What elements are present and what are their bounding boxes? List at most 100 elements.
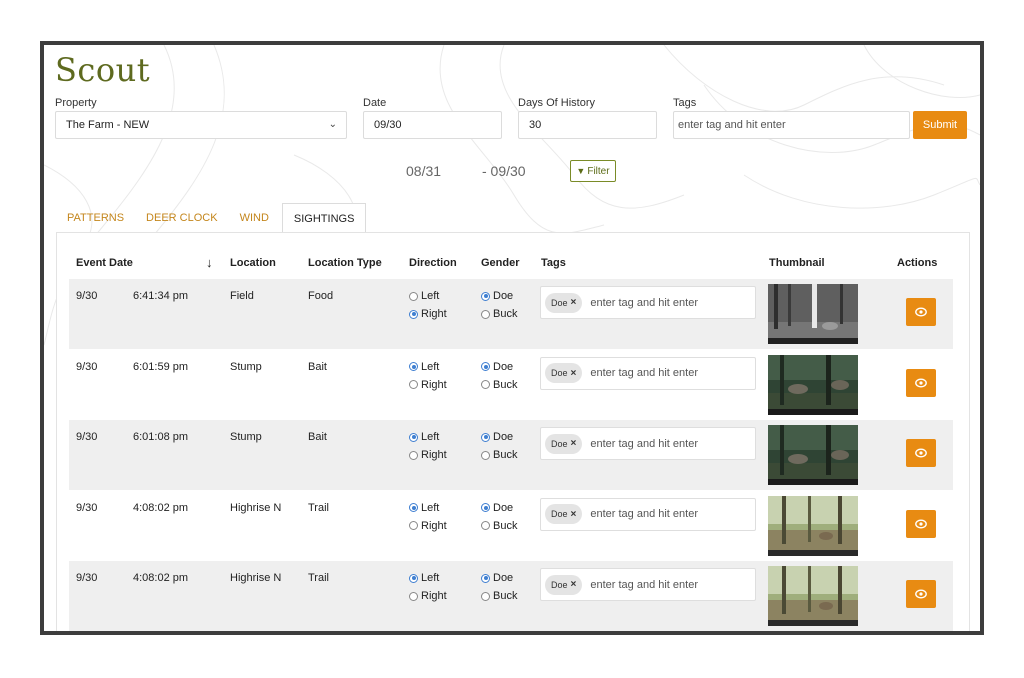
radio-button[interactable]	[481, 432, 490, 442]
radio-button[interactable]	[409, 503, 418, 512]
event-date: 9/30	[76, 360, 98, 373]
radio-button[interactable]	[481, 380, 490, 389]
radio-button[interactable]	[409, 380, 418, 389]
view-button[interactable]	[906, 368, 936, 397]
radio-button[interactable]	[409, 362, 418, 371]
view-button[interactable]	[906, 439, 936, 467]
funnel-icon: ▼	[576, 166, 586, 176]
close-icon[interactable]: ×	[571, 579, 577, 590]
radio-button[interactable]	[481, 291, 490, 301]
radio-button[interactable]	[409, 450, 418, 460]
radio-button[interactable]	[409, 573, 418, 583]
gender-option-buck[interactable]: Buck	[481, 305, 517, 323]
radio-button[interactable]	[409, 591, 418, 601]
app-title: Scout	[55, 51, 151, 89]
radio-button[interactable]	[409, 521, 418, 530]
tags-input[interactable]: enter tag and hit enter	[673, 111, 910, 139]
range-start: 08/31	[406, 163, 442, 179]
direction-option-left[interactable]: Left	[409, 287, 447, 305]
close-icon[interactable]: ×	[571, 509, 577, 520]
direction-option-right[interactable]: Right	[409, 446, 447, 464]
direction-option-right[interactable]: Right	[409, 517, 447, 535]
tag-input[interactable]: Doe × enter tag and hit enter	[540, 286, 756, 319]
gender-option-doe[interactable]: Doe	[481, 287, 517, 305]
thumbnail-image[interactable]	[768, 425, 858, 485]
direction-option-left[interactable]: Left	[409, 499, 447, 517]
direction-option-label: Right	[421, 449, 447, 461]
location-type: Bait	[308, 431, 327, 443]
gender-option-buck[interactable]: Buck	[481, 587, 517, 605]
radio-button[interactable]	[409, 432, 418, 442]
location-type: Trail	[308, 501, 329, 514]
tag-input[interactable]: Doe × enter tag and hit enter	[540, 427, 756, 460]
close-icon[interactable]: ×	[571, 297, 577, 308]
column-header-location-type[interactable]: Location Type	[308, 257, 382, 269]
tag-input[interactable]: Doe × enter tag and hit enter	[540, 497, 756, 531]
thumbnail-image[interactable]	[768, 495, 858, 556]
gender-option-buck[interactable]: Buck	[481, 446, 517, 464]
radio-button[interactable]	[481, 503, 490, 512]
thumbnail-image[interactable]	[768, 354, 858, 415]
gender-option-doe[interactable]: Doe	[481, 569, 517, 587]
chevron-down-icon: ⌄	[328, 119, 337, 130]
direction-radio-group: Left Right	[409, 569, 447, 605]
gender-option-buck[interactable]: Buck	[481, 517, 517, 535]
tab-sightings[interactable]: SIGHTINGS	[281, 203, 367, 233]
arrow-down-icon[interactable]: ↓	[206, 255, 213, 270]
event-date: 9/30	[76, 431, 98, 443]
gender-option-doe[interactable]: Doe	[481, 499, 517, 517]
view-button[interactable]	[906, 509, 936, 538]
direction-option-right[interactable]: Right	[409, 376, 447, 394]
tag-chip: Doe ×	[545, 363, 583, 383]
direction-option-left[interactable]: Left	[409, 358, 447, 376]
radio-button[interactable]	[481, 591, 490, 601]
direction-option-left[interactable]: Left	[409, 569, 447, 587]
radio-button[interactable]	[481, 450, 490, 460]
direction-option-left[interactable]: Left	[409, 428, 447, 446]
column-header-direction[interactable]: Direction	[409, 257, 457, 269]
direction-option-right[interactable]: Right	[409, 587, 447, 605]
tag-input[interactable]: Doe × enter tag and hit enter	[540, 356, 756, 390]
tag-input[interactable]: Doe × enter tag and hit enter	[540, 568, 756, 601]
filter-button[interactable]: ▼ Filter	[570, 160, 616, 182]
radio-button[interactable]	[409, 309, 418, 319]
tag-input-placeholder: enter tag and hit enter	[590, 437, 698, 450]
direction-option-right[interactable]: Right	[409, 305, 447, 323]
date-input[interactable]: 09/30	[363, 111, 502, 139]
property-label: Property	[55, 97, 97, 109]
tab-wind[interactable]: WIND	[229, 203, 280, 233]
direction-option-label: Right	[421, 519, 447, 532]
gender-option-label: Buck	[493, 378, 518, 391]
days-of-history-input[interactable]: 30	[518, 111, 657, 139]
tab-deer-clock[interactable]: DEER CLOCK	[135, 203, 229, 233]
column-header-event-date[interactable]: Event Date	[76, 257, 133, 269]
tag-input-placeholder: enter tag and hit enter	[590, 578, 698, 591]
column-header-actions: Actions	[897, 257, 938, 269]
gender-option-buck[interactable]: Buck	[481, 376, 517, 394]
direction-option-label: Right	[421, 308, 447, 320]
gender-radio-group: Doe Buck	[481, 287, 517, 323]
tab-patterns[interactable]: PATTERNS	[56, 203, 135, 233]
column-header-location[interactable]: Location	[230, 257, 276, 269]
close-icon[interactable]: ×	[571, 368, 577, 379]
radio-button[interactable]	[481, 573, 490, 583]
thumbnail-image[interactable]	[768, 284, 858, 344]
view-button[interactable]	[906, 298, 936, 326]
gender-radio-group: Doe Buck	[481, 358, 517, 394]
gender-option-doe[interactable]: Doe	[481, 358, 517, 376]
close-icon[interactable]: ×	[571, 438, 577, 449]
column-header-gender[interactable]: Gender	[481, 257, 520, 269]
thumbnail-image[interactable]	[768, 566, 858, 626]
property-select[interactable]: The Farm - NEW ⌄	[55, 111, 347, 139]
gender-option-label: Doe	[493, 360, 514, 373]
gender-option-doe[interactable]: Doe	[481, 428, 517, 446]
direction-option-label: Left	[421, 290, 440, 302]
location: Highrise N	[230, 501, 282, 514]
event-date: 9/30	[76, 572, 98, 584]
radio-button[interactable]	[481, 521, 490, 530]
view-button[interactable]	[906, 580, 936, 608]
submit-button[interactable]: Submit	[913, 111, 967, 139]
radio-button[interactable]	[481, 362, 490, 371]
radio-button[interactable]	[409, 291, 418, 301]
radio-button[interactable]	[481, 309, 490, 319]
